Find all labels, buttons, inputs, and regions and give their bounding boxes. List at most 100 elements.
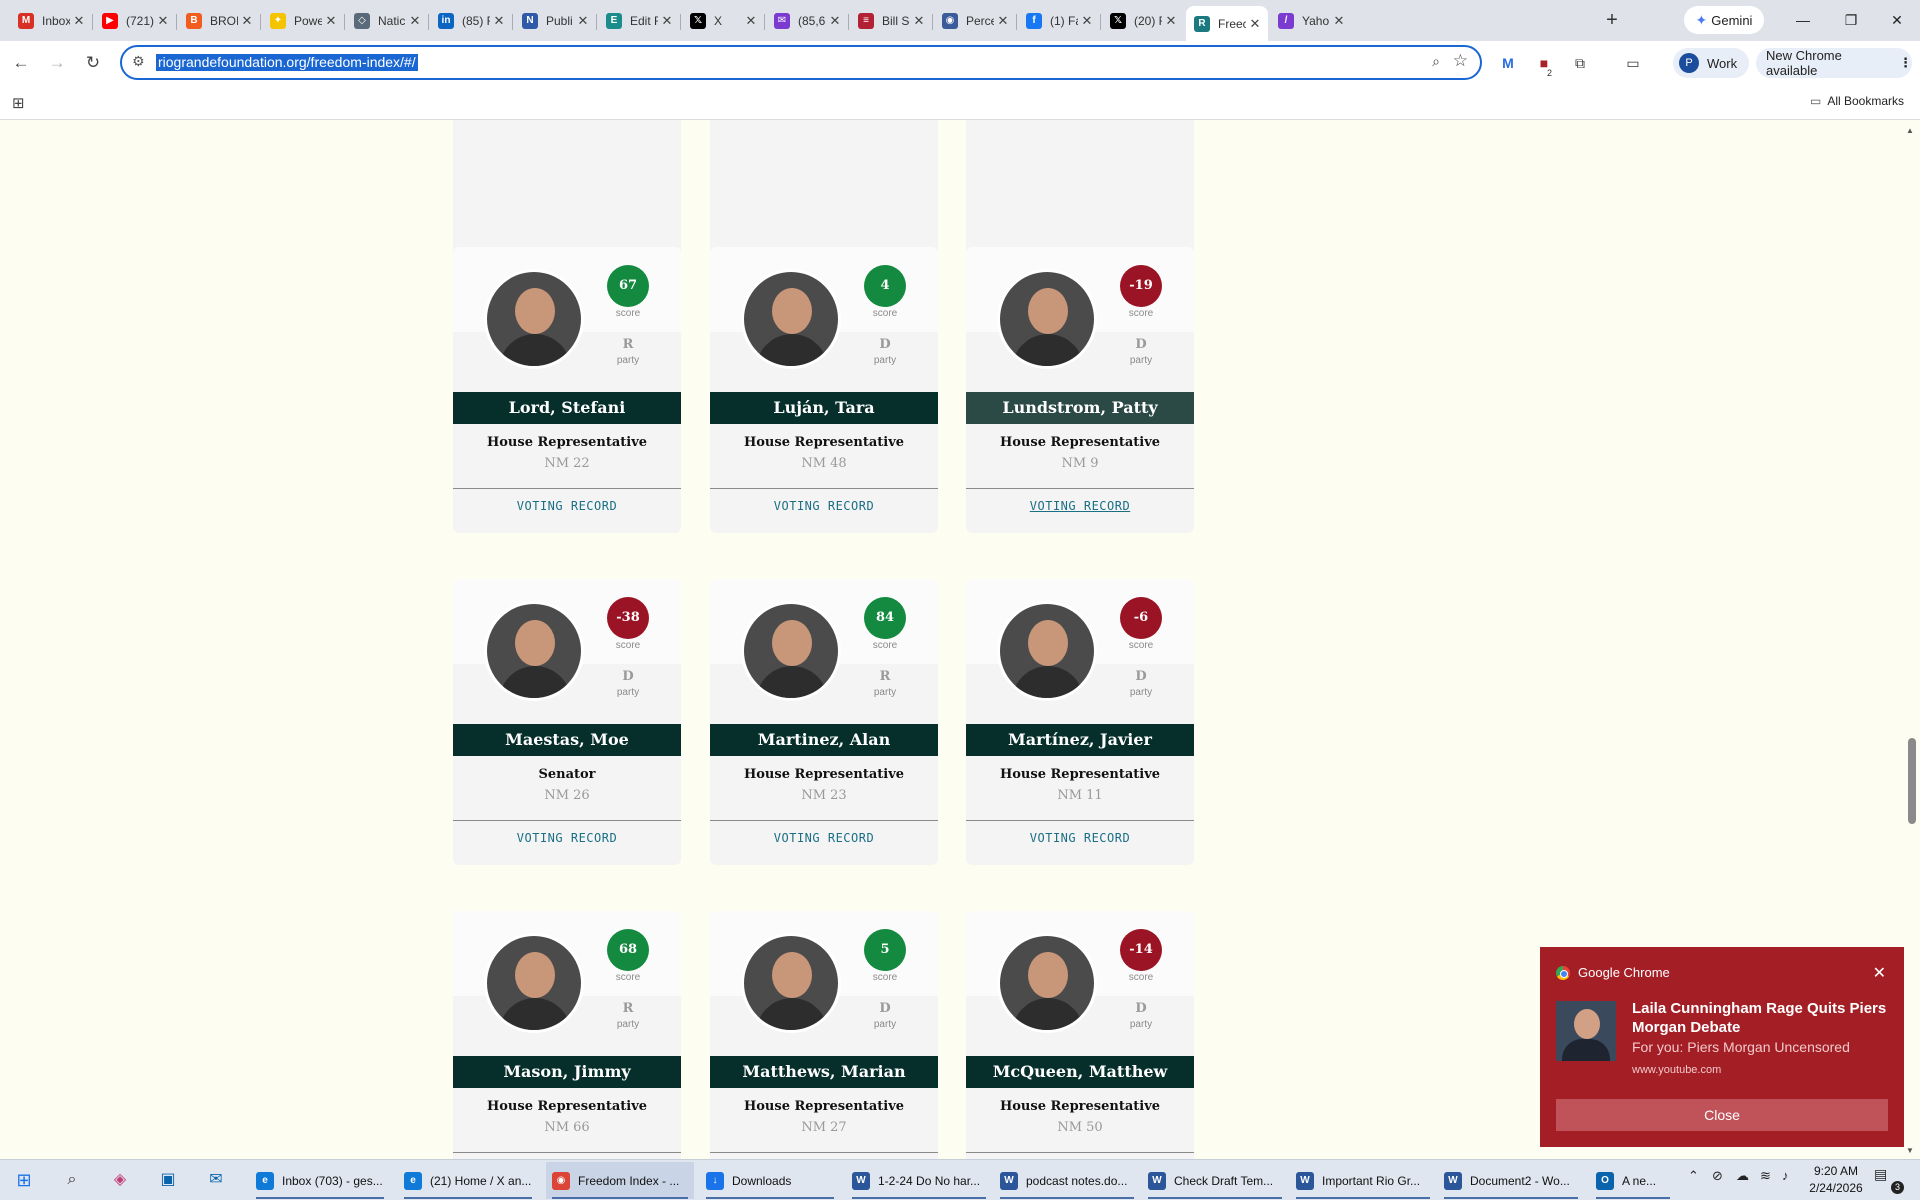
shield-extension-icon[interactable]: ■ 2 <box>1533 52 1555 78</box>
tab-3[interactable]: ✦ Powe ✕ <box>262 6 344 35</box>
close-tab-icon[interactable]: ✕ <box>322 13 340 29</box>
notification-close-button[interactable]: Close <box>1556 1099 1888 1131</box>
taskbar-item-7[interactable]: W Important Rio Gr... <box>1290 1162 1436 1199</box>
taskbar-item-0[interactable]: e Inbox (703) - ges... <box>250 1162 390 1199</box>
legislator-name[interactable]: McQueen, Matthew <box>966 1056 1194 1088</box>
tab-9[interactable]: ✉ (85,6 ✕ <box>766 6 848 35</box>
new-chrome-available-button[interactable]: New Chrome available ⋮ <box>1756 48 1912 78</box>
volume-icon[interactable]: ♪ <box>1782 1168 1789 1183</box>
profile-button[interactable]: P Work <box>1673 48 1749 78</box>
tab-11[interactable]: ◉ Perce✕ <box>934 6 1016 35</box>
notification-title[interactable]: Laila Cunningham Rage Quits Piers Morgan… <box>1632 999 1892 1037</box>
tab-12[interactable]: f (1) Fa✕ <box>1018 6 1100 35</box>
wifi-icon[interactable]: ≋ <box>1760 1168 1771 1184</box>
tab-14[interactable]: R Freec ✕ <box>1186 6 1268 41</box>
legislator-name[interactable]: Lundstrom, Patty <box>966 392 1194 424</box>
tab-7[interactable]: E Edit F ✕ <box>598 6 680 35</box>
tray-chevron-icon[interactable]: ⌃ <box>1688 1168 1699 1184</box>
close-window-button[interactable]: ✕ <box>1874 0 1920 40</box>
close-tab-icon[interactable]: ✕ <box>70 13 88 29</box>
legislator-name[interactable]: Lord, Stefani <box>453 392 681 424</box>
network-off-icon[interactable]: ⊘ <box>1712 1168 1723 1184</box>
close-tab-icon[interactable]: ✕ <box>658 13 676 29</box>
tab-0[interactable]: M Inbox ✕ <box>10 6 92 35</box>
voting-record-link[interactable]: VOTING RECORD <box>966 499 1194 513</box>
legislator-name[interactable]: Martinez, Alan <box>710 724 938 756</box>
url-text[interactable]: riograndefoundation.org/freedom-index/#/ <box>156 54 418 71</box>
malwarebytes-extension-icon[interactable]: M <box>1497 52 1519 74</box>
screen-app-icon[interactable]: ▣ <box>156 1168 180 1192</box>
voting-record-link[interactable]: VOTING RECORD <box>453 831 681 845</box>
flag-icon: ≡ <box>858 12 874 29</box>
word-icon: W <box>1148 1171 1166 1190</box>
close-tab-icon[interactable]: ✕ <box>826 13 844 29</box>
zoom-icon[interactable]: ⌕ <box>1432 53 1440 70</box>
tab-search-icon[interactable]: ▭ <box>1622 52 1644 74</box>
extensions-puzzle-icon[interactable]: ⧉ <box>1569 52 1591 74</box>
forward-button[interactable]: → <box>45 51 69 75</box>
outlook-icon[interactable]: ✉ <box>204 1168 228 1192</box>
taskbar-item-6[interactable]: W Check Draft Tem... <box>1142 1162 1288 1199</box>
scrollbar-thumb[interactable] <box>1908 738 1916 824</box>
legislator-name[interactable]: Mason, Jimmy <box>453 1056 681 1088</box>
close-icon[interactable]: ✕ <box>1873 963 1886 983</box>
scroll-down-arrow-icon[interactable]: ▼ <box>1906 1146 1914 1155</box>
tab-5[interactable]: in (85) F✕ <box>430 6 512 35</box>
reload-button[interactable]: ↻ <box>81 51 105 75</box>
legislator-name[interactable]: Matthews, Marian <box>710 1056 938 1088</box>
close-tab-icon[interactable]: ✕ <box>994 13 1012 29</box>
taskbar-item-1[interactable]: e (21) Home / X an... <box>398 1162 538 1199</box>
taskbar-item-4[interactable]: W 1-2-24 Do No har... <box>846 1162 992 1199</box>
site-info-icon[interactable]: ⚙ <box>132 53 145 70</box>
copilot-icon[interactable]: ◈ <box>108 1168 132 1192</box>
taskbar-item-2[interactable]: ◉ Freedom Index - ... <box>546 1162 694 1199</box>
close-tab-icon[interactable]: ✕ <box>910 13 928 29</box>
windows-start-icon[interactable]: ⊞ <box>12 1168 36 1192</box>
close-tab-icon[interactable]: ✕ <box>238 13 256 29</box>
taskbar-item-3[interactable]: ↓ Downloads <box>700 1162 840 1199</box>
tab-13[interactable]: 𝕏 (20) F✕ <box>1102 6 1184 35</box>
new-tab-button[interactable]: + <box>1598 6 1626 34</box>
legislator-name[interactable]: Martínez, Javier <box>966 724 1194 756</box>
gemini-button[interactable]: ✦ Gemini <box>1684 6 1764 34</box>
notification-center-icon[interactable]: ▤ 3 <box>1874 1166 1904 1194</box>
close-tab-icon[interactable]: ✕ <box>154 13 172 29</box>
tab-10[interactable]: ≡ Bill Se✕ <box>850 6 932 35</box>
voting-record-link[interactable]: VOTING RECORD <box>966 831 1194 845</box>
back-button[interactable]: ← <box>9 51 33 75</box>
legislator-name[interactable]: Luján, Tara <box>710 392 938 424</box>
tab-15[interactable]: / Yaho ✕ <box>1270 6 1352 35</box>
search-icon[interactable]: ⌕ <box>60 1168 84 1192</box>
taskbar-item-5[interactable]: Wpodcast notes.do... <box>994 1162 1140 1199</box>
restore-button[interactable]: ❐ <box>1828 0 1874 40</box>
apps-grid-icon[interactable]: ⊞ <box>12 94 25 112</box>
bookmark-star-icon[interactable]: ☆ <box>1453 51 1468 71</box>
taskbar-item-9[interactable]: O A ne... <box>1590 1162 1676 1199</box>
minimize-button[interactable]: — <box>1780 0 1826 40</box>
tab-2[interactable]: B BROI ✕ <box>178 6 260 35</box>
all-bookmarks-button[interactable]: ▭ All Bookmarks <box>1810 94 1904 108</box>
close-tab-icon[interactable]: ✕ <box>490 13 508 29</box>
scroll-up-arrow-icon[interactable]: ▲ <box>1906 126 1914 135</box>
more-menu-icon[interactable]: ⋮ <box>1899 55 1912 71</box>
tab-1[interactable]: ▶ (721) ✕ <box>94 6 176 35</box>
office: House Representative <box>999 1099 1161 1114</box>
tab-6[interactable]: N Publi ✕ <box>514 6 596 35</box>
cloud-icon[interactable]: ☁ <box>1736 1168 1749 1184</box>
close-tab-icon[interactable]: ✕ <box>1078 13 1096 29</box>
close-tab-icon[interactable]: ✕ <box>1162 13 1180 29</box>
close-tab-icon[interactable]: ✕ <box>406 13 424 29</box>
voting-record-link[interactable]: VOTING RECORD <box>453 499 681 513</box>
tab-4[interactable]: ◇ Natic ✕ <box>346 6 428 35</box>
close-tab-icon[interactable]: ✕ <box>742 13 760 29</box>
address-bar[interactable]: ⚙ riograndefoundation.org/freedom-index/… <box>120 45 1482 80</box>
close-tab-icon[interactable]: ✕ <box>1330 13 1348 29</box>
close-tab-icon[interactable]: ✕ <box>1246 16 1264 32</box>
voting-record-link[interactable]: VOTING RECORD <box>710 499 938 513</box>
taskbar-item-8[interactable]: W Document2 - Wo... <box>1438 1162 1584 1199</box>
tab-8[interactable]: 𝕏 X ✕ <box>682 6 764 35</box>
clock[interactable]: 9:20 AM 2/24/2026 <box>1804 1163 1868 1197</box>
legislator-name[interactable]: Maestas, Moe <box>453 724 681 756</box>
close-tab-icon[interactable]: ✕ <box>574 13 592 29</box>
voting-record-link[interactable]: VOTING RECORD <box>710 831 938 845</box>
